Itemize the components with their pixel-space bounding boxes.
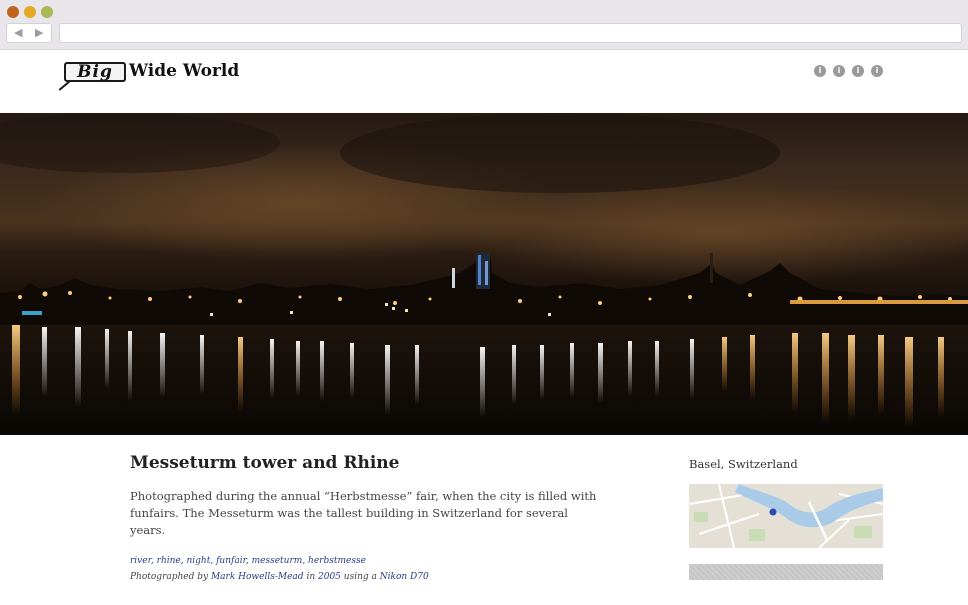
messeturm-light [485,261,488,285]
info-icon[interactable]: i [852,65,864,77]
history-nav: ◀ ▶ [6,23,52,43]
tag-link[interactable]: herbstmesse [308,556,366,566]
map-marker-icon[interactable] [769,508,777,516]
logo-text: Wide World [129,61,240,81]
tag-list: river, rhine, night, funfair, messeturm,… [130,556,366,566]
logo-box-text: Big [77,62,113,82]
credit-in: in [306,572,316,582]
camera-link[interactable]: Nikon D70 [380,572,429,582]
photo-description: Photographed during the annual “Herbstme… [130,489,597,537]
info-icon[interactable]: i [814,65,826,77]
site-header: Big Wide World i i i i [0,50,968,113]
close-window-button[interactable] [7,6,19,18]
location-label: Basel, Switzerland [689,457,798,471]
minimize-window-button[interactable] [24,6,36,18]
header-icon-group: i i i i [814,65,883,77]
forward-arrow-icon[interactable]: ▶ [35,26,43,39]
year-link[interactable]: 2005 [318,572,341,582]
photo-details: Messeturm tower and Rhine Photographed d… [0,435,968,605]
bridge [790,300,968,304]
messeturm-light [478,255,481,285]
photo-title: Messeturm tower and Rhine [130,453,400,473]
blue-light [22,311,42,315]
hero-photo [0,113,968,435]
chimney [452,268,455,288]
tag-link[interactable]: river [130,556,151,566]
tag-link[interactable]: messeturm [252,556,303,566]
photographer-link[interactable]: Mark Howells-Mead [211,572,304,582]
photo-credit: Photographed by Mark Howells-Mead in 200… [130,572,429,582]
location-map[interactable] [689,484,883,548]
browser-chrome: ◀ ▶ [0,0,968,50]
credit-using: using a [343,572,377,582]
tag-link[interactable]: rhine [157,556,181,566]
credit-prefix: Photographed by [130,572,209,582]
map-footer-bar [689,564,883,580]
info-icon[interactable]: i [871,65,883,77]
site-logo[interactable]: Big Wide World [56,60,246,94]
info-icon[interactable]: i [833,65,845,77]
address-bar[interactable] [59,23,962,43]
back-arrow-icon[interactable]: ◀ [14,26,22,39]
chimney [710,253,713,283]
magnifier-icon: Big [64,62,126,82]
tag-link[interactable]: funfair [216,556,246,566]
cloud-dark [340,113,780,193]
maximize-window-button[interactable] [41,6,53,18]
tag-link[interactable]: night [186,556,210,566]
